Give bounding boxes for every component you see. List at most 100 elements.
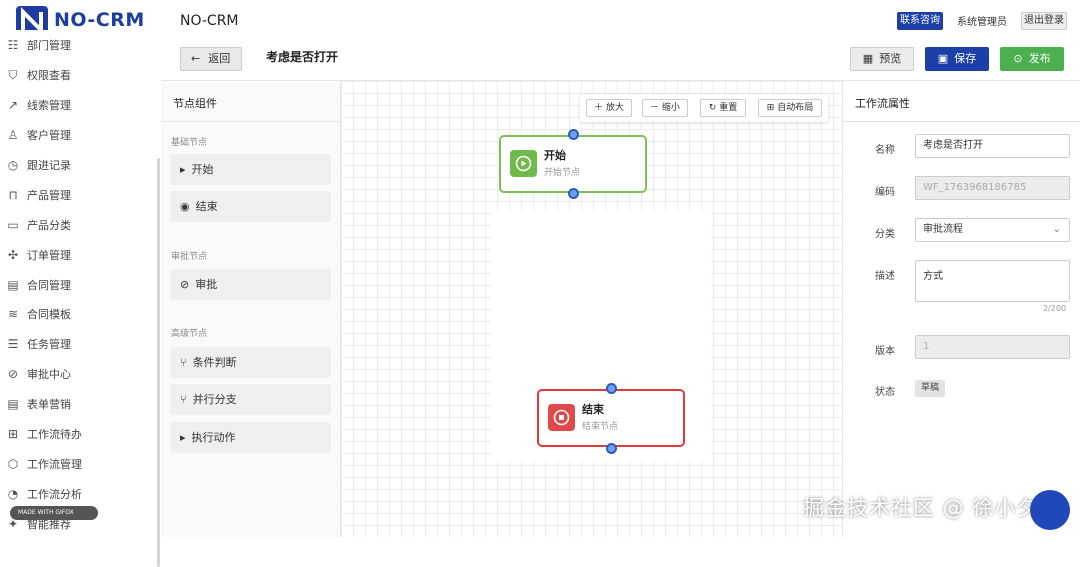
clock-icon: ◷ <box>7 158 19 172</box>
node-name: 结束 <box>582 403 604 416</box>
component-action[interactable]: ▸ 执行动作 <box>170 422 331 453</box>
code-input: WF_1763968186785 <box>915 176 1070 200</box>
plus-icon: ＋ <box>594 103 606 113</box>
sidebar-item-leads[interactable]: ↗ 线索管理 <box>6 95 71 115</box>
refresh-icon: ↻ <box>708 103 720 113</box>
stop-circle-icon <box>548 404 575 431</box>
description-label: 描述 <box>875 271 895 282</box>
sidebar-item-contracts[interactable]: ▤ 合同管理 <box>6 275 71 295</box>
sidebar-item-label: 工作流管理 <box>27 458 82 471</box>
pie-icon: ◔ <box>7 487 19 501</box>
user-icon: ♙ <box>7 128 19 142</box>
arrow-left-icon: ← <box>191 52 201 65</box>
publish-button[interactable]: ⊙ 发布 <box>1000 47 1064 71</box>
description-textarea[interactable]: 方式 <box>915 260 1070 302</box>
start-node[interactable]: 开始 开始节点 <box>499 135 647 193</box>
app-title: NO-CRM <box>180 13 239 29</box>
back-button[interactable]: ← 返回 <box>180 47 242 71</box>
sidebar-item-customers[interactable]: ♙ 客户管理 <box>6 125 71 145</box>
component-parallel[interactable]: ⑂ 并行分支 <box>170 384 331 415</box>
zoom-out-button[interactable]: － 缩小 <box>642 99 688 117</box>
category-label: 分类 <box>875 229 895 240</box>
page-title: 考虑是否打开 <box>266 50 339 64</box>
check-circle-icon: ⊘ <box>7 367 19 381</box>
code-label: 编码 <box>875 187 895 198</box>
logout-button[interactable]: 退出登录 <box>1021 12 1067 30</box>
preview-label: 预览 <box>879 52 902 65</box>
sidebar-item-label: 工作流分析 <box>27 488 82 501</box>
node-subtitle: 开始节点 <box>544 168 581 178</box>
divider <box>843 121 1080 122</box>
component-condition[interactable]: ⑂ 条件判断 <box>170 347 331 378</box>
save-icon: ▣ <box>937 52 949 65</box>
sidebar-item-contract-templates[interactable]: ≋ 合同模板 <box>6 304 71 324</box>
users-icon: ☷ <box>7 38 19 52</box>
save-button[interactable]: ▣ 保存 <box>925 47 989 71</box>
minus-icon: － <box>650 103 662 113</box>
auto-layout-label: 自动布局 <box>777 103 814 113</box>
workflow-properties-panel: 工作流属性 名称 考虑是否打开 编码 WF_1763968186785 分类 审… <box>842 80 1080 537</box>
folder-icon: ▭ <box>7 218 19 232</box>
stop-circle-icon: ◉ <box>180 200 190 213</box>
sidebar-item-followups[interactable]: ◷ 跟进记录 <box>6 155 71 175</box>
panel-title: 节点组件 <box>173 97 217 110</box>
auto-layout-button[interactable]: ⊞ 自动布局 <box>758 99 822 117</box>
char-counter: 2/200 <box>1043 304 1067 313</box>
reset-button[interactable]: ↻ 重置 <box>700 99 746 117</box>
shield-icon: ⛉ <box>8 68 18 82</box>
sidebar-item-workflow-todo[interactable]: ⊞ 工作流待办 <box>6 424 82 444</box>
component-label: 审批 <box>195 278 218 291</box>
component-label: 结束 <box>195 200 218 213</box>
sidebar-item-tasks[interactable]: ☰ 任务管理 <box>6 334 71 354</box>
component-label: 开始 <box>191 163 214 176</box>
save-label: 保存 <box>954 52 977 65</box>
watermark: 掘金技术社区 @ 徐小夕 <box>803 496 1039 520</box>
sidebar: ☷ 部门管理 ⛉ 权限查看 ↗ 线索管理 ♙ 客户管理 ◷ 跟进记录 ⊓ 产品管理 ▭ 产品分… <box>0 30 160 567</box>
move-icon: ✣ <box>7 248 19 262</box>
branch-icon: ⑂ <box>180 393 187 406</box>
play-icon: ▸ <box>180 431 186 444</box>
component-end[interactable]: ◉ 结束 <box>170 191 331 222</box>
end-node[interactable]: 结束 结束节点 <box>537 389 685 447</box>
sidebar-scrollbar[interactable] <box>157 158 160 567</box>
sidebar-item-departments[interactable]: ☷ 部门管理 <box>6 35 71 55</box>
sidebar-item-label: 审批中心 <box>27 368 71 381</box>
floating-action-button[interactable] <box>1030 490 1070 530</box>
name-input[interactable]: 考虑是否打开 <box>915 134 1070 158</box>
list-icon: ☰ <box>7 337 19 351</box>
connection-handle[interactable] <box>568 188 579 199</box>
back-label: 返回 <box>208 52 231 65</box>
preview-button[interactable]: ▦ 预览 <box>850 47 914 71</box>
version-label: 版本 <box>875 346 895 357</box>
gifox-badge: MADE WITH GIFOX <box>10 506 98 520</box>
sidebar-item-products[interactable]: ⊓ 产品管理 <box>6 185 71 205</box>
play-circle-icon: ▸ <box>180 163 186 176</box>
user-name[interactable]: 系统管理员 <box>957 13 1007 28</box>
node-components-panel: 节点组件 基础节点 ▸ 开始 ◉ 结束 审批节点 ⊘ 审批 高级节点 ⑂ 条件判断 ⑂ 并… <box>161 80 341 537</box>
component-label: 执行动作 <box>191 431 236 444</box>
category-value: 审批流程 <box>923 224 963 235</box>
component-start[interactable]: ▸ 开始 <box>170 154 331 185</box>
sidebar-item-permissions[interactable]: ⛉ 权限查看 <box>6 65 71 85</box>
sidebar-item-label: 客户管理 <box>27 129 71 142</box>
sidebar-item-forms[interactable]: ▤ 表单营销 <box>6 394 71 414</box>
sidebar-item-label: 订单管理 <box>27 249 71 262</box>
connection-handle[interactable] <box>606 443 617 454</box>
zoom-in-button[interactable]: ＋ 放大 <box>586 99 632 117</box>
contact-button[interactable]: 联系咨询 <box>897 12 943 30</box>
grid-icon: ⊞ <box>7 427 19 441</box>
sidebar-item-label: 产品分类 <box>27 219 71 232</box>
category-select[interactable]: 审批流程 ⌄ <box>915 218 1070 242</box>
top-bar: NO-CRM NO-CRM 联系咨询 系统管理员 退出登录 ← 返回 考虑是否打开… <box>0 0 1080 80</box>
sidebar-item-workflow-analytics[interactable]: ◔ 工作流分析 <box>6 484 82 504</box>
component-approval[interactable]: ⊘ 审批 <box>170 269 331 300</box>
sidebar-item-approvals[interactable]: ⊘ 审批中心 <box>6 364 71 384</box>
sidebar-item-orders[interactable]: ✣ 订单管理 <box>6 245 71 265</box>
connection-handle[interactable] <box>568 129 579 140</box>
workflow-canvas[interactable]: ＋ 放大 － 缩小 ↻ 重置 ⊞ 自动布局 开始 开始节点 结束 结束节点 <box>341 80 842 537</box>
sidebar-item-label: 合同管理 <box>27 279 71 292</box>
sidebar-item-workflow-management[interactable]: ⬡ 工作流管理 <box>6 454 82 474</box>
connection-handle[interactable] <box>606 383 617 394</box>
sidebar-item-product-categories[interactable]: ▭ 产品分类 <box>6 215 71 235</box>
sidebar-item-label: 表单营销 <box>27 398 71 411</box>
